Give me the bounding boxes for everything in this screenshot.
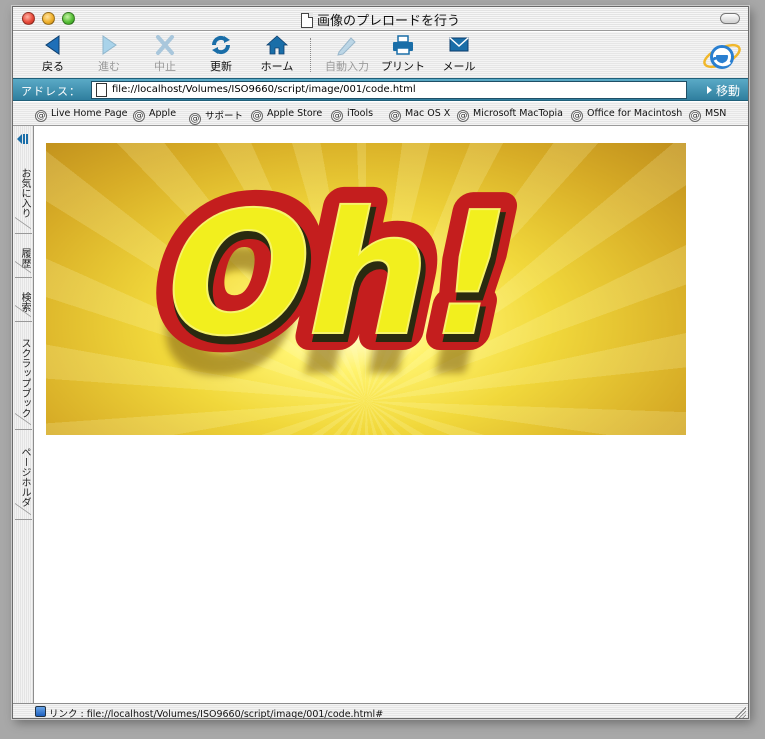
address-input[interactable]: file://localhost/Volumes/ISO9660/script/…: [91, 81, 687, 99]
favorite-link[interactable]: @ iTools: [331, 108, 373, 122]
favorite-link[interactable]: @ MSN: [689, 108, 726, 122]
window-title: 画像のプレロードを行う: [316, 14, 460, 29]
at-link-icon: @: [389, 110, 401, 122]
title-bar[interactable]: 画像のプレロードを行う: [13, 7, 748, 31]
go-arrow-icon: [706, 86, 712, 94]
printer-icon: [393, 35, 413, 55]
favorite-link[interactable]: @ Apple Store: [251, 108, 322, 122]
tab-favorites[interactable]: お気に入り: [15, 152, 32, 234]
status-bar: リンク : file://localhost/Volumes/ISO9660/s…: [13, 703, 748, 719]
document-icon[interactable]: [300, 13, 313, 28]
window-title-wrap: 画像のプレロードを行う: [13, 10, 748, 29]
mail-envelope-icon: [449, 37, 469, 52]
at-link-icon: @: [189, 113, 201, 125]
print-label: プリント: [381, 60, 425, 73]
banner-text: Oh!: [145, 175, 530, 374]
link-status-icon: [35, 706, 46, 717]
tab-page-holder[interactable]: ページホルダ: [15, 434, 32, 520]
ie-logo-icon[interactable]: [702, 36, 742, 76]
at-link-icon: @: [331, 110, 343, 122]
at-link-icon: @: [689, 110, 701, 122]
stop-button[interactable]: 中止: [137, 34, 193, 74]
home-label: ホーム: [260, 60, 294, 73]
forward-label: 進む: [98, 60, 120, 73]
favorite-link[interactable]: @ Live Home Page: [35, 108, 128, 122]
at-link-icon: @: [571, 110, 583, 122]
page-document-icon: [96, 83, 107, 97]
refresh-icon: [211, 35, 231, 55]
back-button[interactable]: 戻る: [25, 34, 81, 74]
autofill-label: 自動入力: [325, 60, 369, 73]
address-url: file://localhost/Volumes/ISO9660/script/…: [112, 84, 416, 95]
favorites-bar: @ Live Home Page @ Apple @ サポート @ Apple Stor…: [13, 102, 748, 126]
address-bar: アドレス： file://localhost/Volumes/ISO9660/s…: [13, 78, 748, 101]
home-icon: [265, 35, 289, 55]
stop-x-icon: [156, 35, 174, 55]
autofill-button[interactable]: 自動入力: [317, 34, 377, 74]
stop-label: 中止: [154, 60, 176, 73]
favorite-link[interactable]: @ Office for Macintosh: [571, 108, 682, 122]
favorite-link[interactable]: @ Microsoft MacTopia: [457, 108, 563, 122]
favorite-link[interactable]: @ Mac OS X: [389, 108, 450, 122]
at-link-icon: @: [133, 110, 145, 122]
home-button[interactable]: ホーム: [249, 34, 305, 74]
at-link-icon: @: [35, 110, 47, 122]
page-content: Oh! Oh! Oh! Oh!: [35, 126, 748, 703]
refresh-label: 更新: [210, 60, 232, 73]
go-label: 移動: [715, 84, 740, 98]
banner-text-graphic: Oh! Oh! Oh! Oh!: [128, 158, 547, 414]
status-text: リンク : file://localhost/Volumes/ISO9660/s…: [49, 709, 384, 719]
forward-button[interactable]: 進む: [81, 34, 137, 74]
explorer-bar-toggle-icon[interactable]: [16, 132, 30, 146]
favorite-link[interactable]: @ サポート: [189, 108, 243, 125]
autofill-pen-icon: [337, 37, 356, 56]
address-label: アドレス：: [21, 85, 81, 98]
go-button[interactable]: 移動: [703, 81, 744, 99]
oh-banner-image: Oh! Oh! Oh! Oh!: [46, 143, 686, 435]
tab-scrapbook[interactable]: スクラップブック: [15, 326, 32, 430]
back-label: 戻る: [42, 60, 64, 73]
print-button[interactable]: プリント: [375, 34, 431, 74]
at-link-icon: @: [457, 110, 469, 122]
favorite-link[interactable]: @ Apple: [133, 108, 176, 122]
tab-search[interactable]: 検索: [15, 282, 32, 322]
toolbar-separator: [310, 38, 311, 72]
forward-arrow-icon: [102, 35, 117, 55]
refresh-button[interactable]: 更新: [193, 34, 249, 74]
mail-button[interactable]: メール: [431, 34, 487, 74]
at-link-icon: @: [251, 110, 263, 122]
explorer-bar-tabs: お気に入り 履歴 検索 スクラップブック ページホルダ: [13, 126, 34, 703]
back-arrow-icon: [45, 35, 60, 55]
tab-history[interactable]: 履歴: [15, 238, 32, 278]
browser-window: 画像のプレロードを行う 戻る 進む 中止 更新 ホーム 自動入力 プリント メー…: [12, 6, 749, 719]
toolbar: 戻る 進む 中止 更新 ホーム 自動入力 プリント メール: [13, 32, 748, 78]
resize-grip-icon[interactable]: [735, 707, 746, 718]
mail-label: メール: [442, 60, 476, 73]
toolbar-toggle-button[interactable]: [720, 13, 740, 24]
